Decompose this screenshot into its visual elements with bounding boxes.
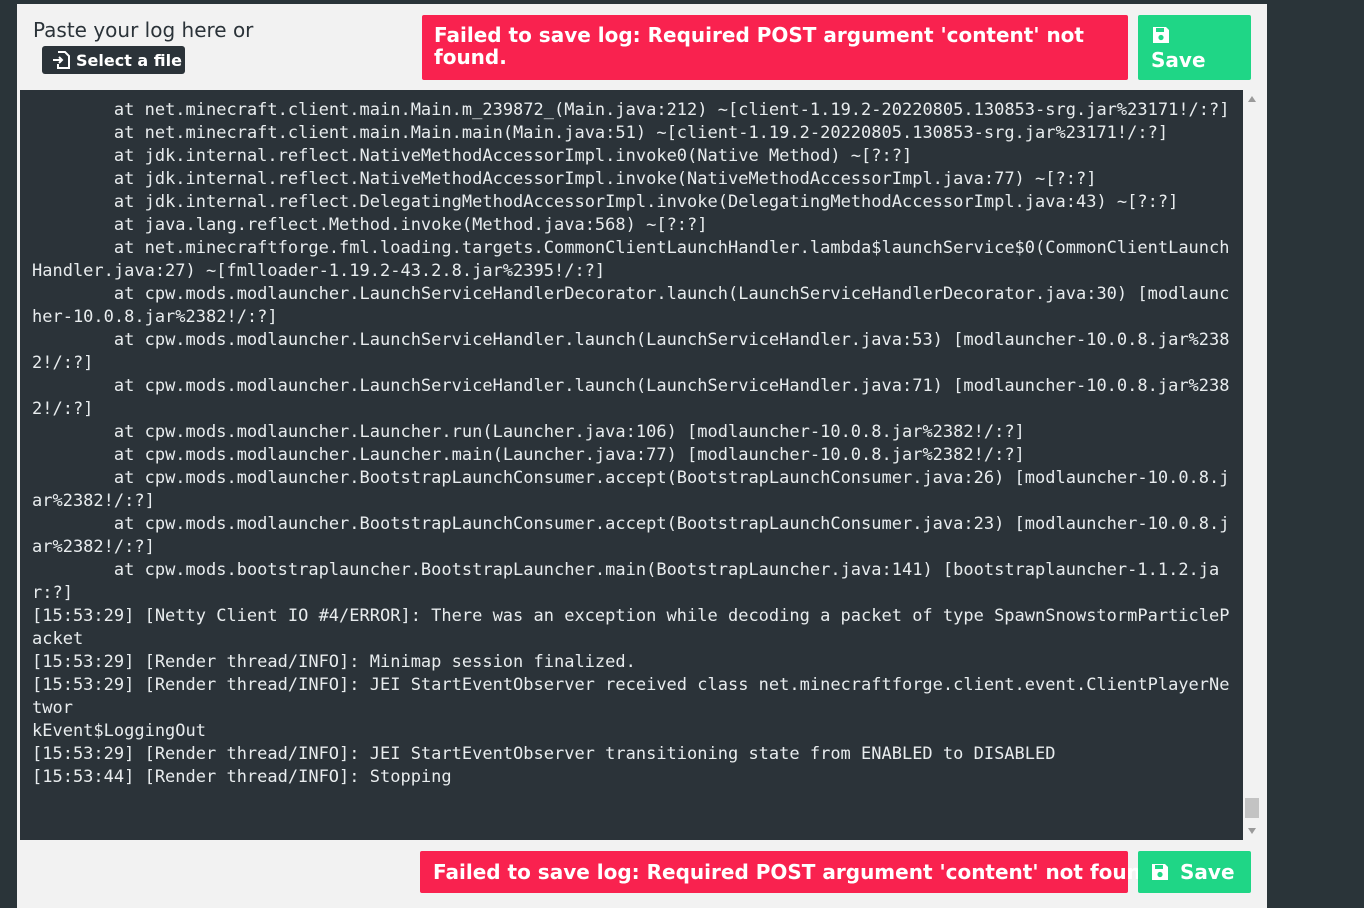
log-line: at cpw.mods.modlauncher.LaunchServiceHan… (32, 284, 1230, 327)
log-line: at net.minecraft.client.main.Main.m_2398… (113, 100, 1230, 120)
floppy-disk-icon (1151, 25, 1171, 45)
scroll-up-arrow-icon[interactable] (1248, 96, 1256, 102)
log-line: at java.lang.reflect.Method.invoke(Metho… (113, 215, 708, 235)
save-button-top[interactable]: Save (1138, 15, 1251, 80)
log-line: at jdk.internal.reflect.NativeMethodAcce… (113, 169, 1097, 189)
log-line: at cpw.mods.modlauncher.Launcher.main(La… (113, 445, 1025, 465)
scroll-thumb[interactable] (1245, 798, 1259, 818)
error-message-top: Failed to save log: Required POST argume… (422, 15, 1128, 80)
log-line: at cpw.mods.modlauncher.LaunchServiceHan… (32, 330, 1230, 373)
log-line: at cpw.mods.modlauncher.Launcher.run(Lau… (113, 422, 1025, 442)
log-content: at net.minecraft.client.main.Main.m_2398… (32, 90, 1237, 789)
log-line: [15:53:29] [Netty Client IO #4/ERROR]: T… (32, 606, 1230, 649)
log-line: [15:53:29] [Render thread/INFO]: Minimap… (32, 652, 636, 672)
log-line: [15:53:44] [Render thread/INFO]: Stoppin… (32, 767, 452, 787)
log-scrollbar[interactable] (1243, 90, 1261, 840)
log-line: at jdk.internal.reflect.DelegatingMethod… (113, 192, 1179, 212)
log-line: at cpw.mods.modlauncher.BootstrapLaunchC… (32, 514, 1230, 557)
select-file-label: Select a file (76, 50, 182, 70)
log-line: [15:53:29] [Render thread/INFO]: JEI Sta… (32, 675, 1230, 718)
log-textarea[interactable]: at net.minecraft.client.main.Main.m_2398… (20, 90, 1243, 840)
error-message-bottom: Failed to save log: Required POST argume… (420, 851, 1163, 893)
log-line: at jdk.internal.reflect.NativeMethodAcce… (113, 146, 913, 166)
log-line: at net.minecraftforge.fml.loading.target… (32, 238, 1230, 281)
log-line: at cpw.mods.bootstraplauncher.BootstrapL… (32, 560, 1220, 603)
log-line: at cpw.mods.modlauncher.BootstrapLaunchC… (32, 468, 1230, 511)
log-line: [15:53:29] [Render thread/INFO]: JEI Sta… (32, 744, 1056, 764)
file-import-icon (52, 51, 70, 69)
paste-log-label: Paste your log here or (33, 18, 254, 42)
log-line: kEvent$LoggingOut (32, 721, 206, 741)
log-line: at net.minecraft.client.main.Main.main(M… (113, 123, 1169, 143)
save-label: Save (1180, 860, 1235, 884)
save-button-bottom[interactable]: Save (1138, 851, 1251, 893)
save-label: Save (1151, 48, 1206, 72)
select-file-button[interactable]: Select a file (42, 46, 185, 74)
log-line: at cpw.mods.modlauncher.LaunchServiceHan… (32, 376, 1230, 419)
scroll-down-arrow-icon[interactable] (1248, 828, 1256, 834)
floppy-disk-icon (1150, 862, 1170, 882)
